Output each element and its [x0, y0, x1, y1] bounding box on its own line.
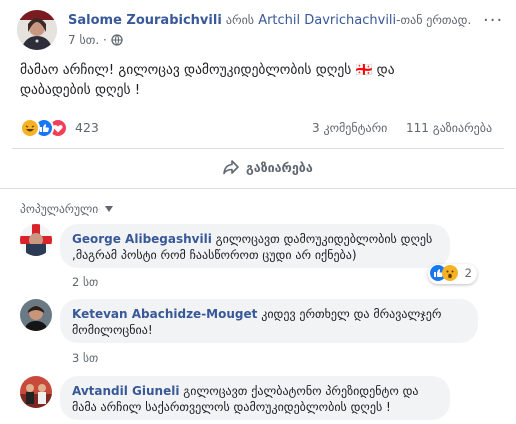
commenter-name[interactable]: George Alibegashvili	[72, 232, 212, 246]
tagged-user[interactable]: Artchil Davrichachvili	[258, 13, 396, 28]
comment-time[interactable]: 2 სთ	[72, 274, 98, 290]
divider	[12, 148, 504, 149]
commenter-avatar[interactable]	[20, 376, 52, 408]
more-options-icon[interactable]: ···	[483, 12, 503, 30]
comment-time[interactable]: 3 სთ	[72, 350, 98, 366]
comment-text: გილოცავთ ქალბატონო პრეზიდენტო და	[183, 384, 419, 398]
divider	[0, 188, 516, 189]
commenter-avatar[interactable]	[20, 299, 52, 331]
commenter-name[interactable]: Avtandil Giuneli	[72, 384, 179, 398]
commenter-name[interactable]: Ketevan Abachidze-Mouget	[72, 307, 257, 321]
comments-sort-dropdown[interactable]: პოპულარული	[20, 201, 113, 217]
post-header-line: Salome Zourabichvili არის Artchil Davric…	[68, 11, 471, 30]
comments-count[interactable]: 3 კომენტარი	[312, 120, 387, 136]
reaction-count: 423	[75, 120, 99, 135]
with-prefix: არის	[225, 13, 255, 27]
post-meta: 7 სთ. ·	[68, 32, 123, 48]
comment-line-1: Ketevan Abachidze-Mouget კიდევ ერთხელ და…	[72, 306, 441, 322]
sort-label: პოპულარული	[20, 202, 99, 216]
post-text-line-1: მამაო არჩილ! გილოცავ დამოუკიდებლობის დღე…	[20, 62, 395, 78]
reactions-summary[interactable]: 423	[20, 118, 140, 138]
haha-reaction-icon	[20, 118, 40, 138]
chevron-down-icon	[104, 206, 113, 212]
comment-line-2: მამა არჩილ საქართველოს დამოუკიდებლობის დ…	[72, 400, 391, 414]
post-text-line-2: დაბადების დღეს !	[20, 82, 141, 98]
comment-line-1: Avtandil Giuneli გილოცავთ ქალბატონო პრეზ…	[72, 383, 418, 399]
with-suffix: -თან ერთად.	[396, 13, 472, 27]
post-time[interactable]: 7 სთ.	[68, 33, 99, 47]
author-name[interactable]: Salome Zourabichvili	[68, 13, 222, 28]
post-card: Salome Zourabichvili არის Artchil Davric…	[0, 0, 516, 424]
comment-text: კიდევ ერთხელ და მრავალჯერ	[261, 307, 442, 321]
share-button[interactable]: გაზიარება	[222, 157, 313, 179]
comment-reaction-count: 2	[464, 266, 472, 280]
share-icon	[222, 158, 240, 176]
commenter-avatar[interactable]	[20, 224, 52, 256]
comment-line-2: ,მაგრამ პოსტი რომ ჩაასწოროთ ცუდი არ იქნე…	[72, 248, 357, 262]
globe-icon	[110, 34, 123, 46]
comment-line-2: მომილოცნია!	[72, 323, 153, 337]
share-label: გაზიარება	[246, 160, 313, 175]
comment-reactions[interactable]: 2	[428, 264, 477, 284]
wow-reaction-icon	[442, 265, 458, 281]
comment-text: გილოცავთ დამოუკიდებლობის დღეს	[215, 232, 433, 246]
comment-line-1: George Alibegashvili გილოცავთ დამოუკიდებ…	[72, 231, 432, 247]
shares-count[interactable]: 111 გაზიარება	[406, 120, 492, 136]
author-avatar[interactable]	[17, 10, 57, 50]
